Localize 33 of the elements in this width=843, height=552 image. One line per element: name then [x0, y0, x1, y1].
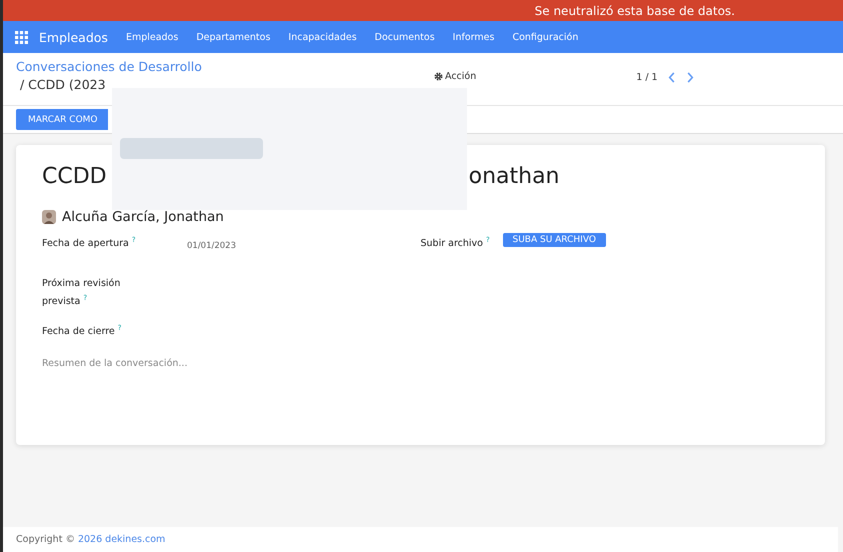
next-icon[interactable] — [686, 72, 694, 83]
menu-item[interactable]: Departamentos — [196, 32, 270, 42]
help-mark[interactable]: ? — [83, 294, 88, 302]
record-title: onathan — [468, 163, 560, 191]
footer-link[interactable]: 2026 dekines.com — [78, 534, 166, 545]
menu-item[interactable]: Configuración — [512, 32, 578, 42]
date-value[interactable]: 01/01/2023 — [187, 241, 236, 251]
action-button[interactable]: Acción — [434, 71, 476, 82]
mark-as-button[interactable]: MARCAR COMO — [16, 109, 108, 130]
avatar-icon — [42, 210, 56, 224]
field-label: Fecha de apertura $^{?}$ — [42, 235, 137, 252]
employee-name[interactable]: Alcuña García, Jonathan — [62, 209, 224, 225]
help-mark[interactable]: ? — [118, 324, 122, 332]
menu-item[interactable]: Documentos — [374, 32, 435, 42]
menu-item[interactable]: Informes — [452, 32, 494, 42]
copyright-text: Copyright © 2026 dekines.com — [16, 534, 166, 545]
banner-text: Se neutralizó esta base de datos. — [534, 4, 735, 18]
apps-menu-icon[interactable] — [15, 30, 28, 44]
pager-value: 1 / 1 — [636, 72, 658, 83]
breadcrumb-link[interactable]: Conversaciones de Desarrollo — [16, 59, 434, 74]
breadcrumb-current: / CCDD (2023 — [19, 77, 107, 92]
record-title: CCDD — [42, 163, 107, 191]
gear-icon — [434, 72, 443, 81]
menu-item[interactable]: Empleados — [126, 32, 178, 42]
previous-icon[interactable] — [668, 72, 676, 83]
help-mark[interactable]: ? — [132, 236, 136, 244]
field-label: Subir archivo $^{?}$ — [420, 235, 491, 252]
app-name[interactable]: Empleados — [39, 30, 108, 44]
upload-button[interactable]: SUBA SU ARCHIVO — [502, 233, 606, 247]
field-label: Próxima revisión prevista $^{?}$ — [42, 277, 122, 310]
field-label: Fecha de cierre $^{?}$ — [42, 323, 122, 340]
menu-item[interactable]: Incapacidades — [288, 32, 357, 42]
help-mark[interactable]: ? — [486, 236, 490, 244]
